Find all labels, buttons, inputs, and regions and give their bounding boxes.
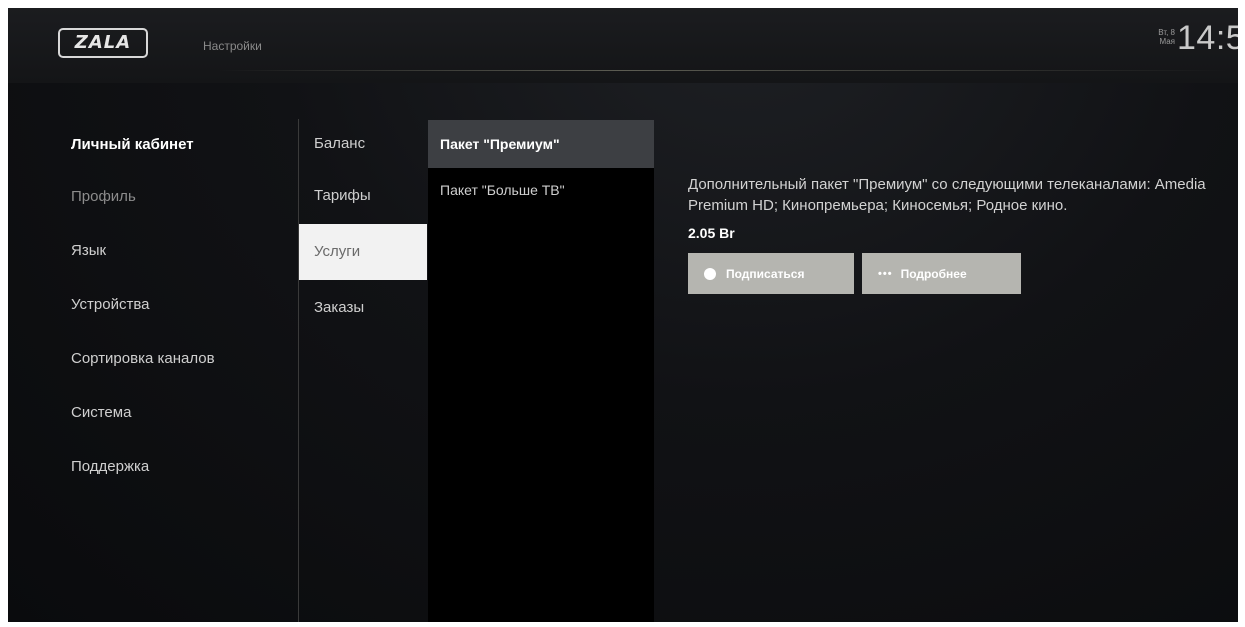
more-details-label: Подробнее	[900, 266, 967, 281]
submenu-item-services[interactable]: Услуги	[299, 224, 427, 280]
subscribe-button[interactable]: Подписаться	[688, 253, 854, 294]
date-month: Мая	[1159, 37, 1175, 46]
page-title: Настройки	[203, 39, 262, 53]
tv-settings-screen: ZALA Настройки Вт, 8 Мая 14:51 Личный ка…	[8, 8, 1238, 622]
clock: 14:51	[1177, 19, 1238, 57]
package-item-premium[interactable]: Пакет "Премиум"	[428, 120, 654, 168]
package-list: Пакет "Премиум" Пакет "Больше ТВ"	[428, 120, 654, 622]
more-details-button[interactable]: ••• Подробнее	[862, 253, 1021, 294]
top-bar: ZALA Настройки Вт, 8 Мая 14:51	[8, 8, 1238, 83]
submenu-item-balance[interactable]: Баланс	[299, 120, 427, 168]
menu-item-profile[interactable]: Профиль	[62, 170, 292, 224]
account-submenu: Баланс Тарифы Услуги Заказы	[299, 120, 427, 336]
package-price: 2.05 Br	[688, 225, 735, 241]
submenu-item-orders[interactable]: Заказы	[299, 280, 427, 336]
zala-logo: ZALA	[58, 28, 148, 58]
menu-item-devices[interactable]: Устройства	[62, 278, 292, 332]
subscribe-label: Подписаться	[726, 266, 805, 281]
package-item-more-tv[interactable]: Пакет "Больше ТВ"	[428, 168, 654, 212]
date-display: Вт, 8 Мая	[1141, 28, 1175, 46]
menu-item-account[interactable]: Личный кабинет	[62, 120, 292, 170]
menu-item-support[interactable]: Поддержка	[62, 440, 292, 494]
package-details: Дополнительный пакет "Премиум" со следую…	[688, 174, 1208, 294]
action-buttons: Подписаться ••• Подробнее	[688, 253, 1208, 294]
settings-menu: Личный кабинет Профиль Язык Устройства С…	[62, 120, 292, 494]
menu-item-language[interactable]: Язык	[62, 224, 292, 278]
submenu-item-tariffs[interactable]: Тарифы	[299, 168, 427, 224]
ellipsis-icon: •••	[878, 267, 893, 280]
menu-item-channel-sorting[interactable]: Сортировка каналов	[62, 332, 292, 386]
header-divider	[218, 70, 1228, 71]
package-description: Дополнительный пакет "Премиум" со следую…	[688, 176, 1206, 214]
date-weekday: Вт, 8	[1158, 28, 1175, 37]
menu-item-system[interactable]: Система	[62, 386, 292, 440]
circle-icon	[704, 267, 716, 280]
